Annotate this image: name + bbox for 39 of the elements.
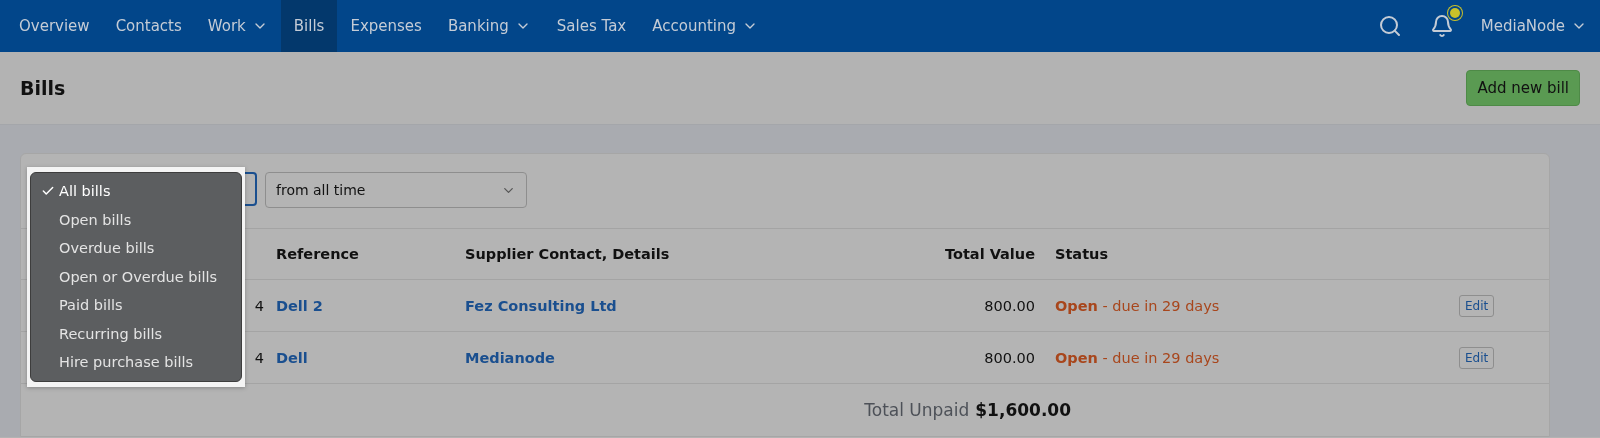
total-value: $1,600.00 [975, 400, 1071, 420]
total-label: Total Unpaid [864, 400, 970, 420]
menu-item[interactable]: Open or Overdue bills [31, 262, 241, 291]
table-cell: 800.00 [984, 297, 1035, 314]
period-select[interactable]: from all time [265, 172, 527, 208]
menu-item[interactable]: Recurring bills [31, 319, 241, 348]
page-title: Bills [20, 77, 66, 99]
bell-icon[interactable] [1429, 14, 1454, 38]
column-header: Total Value [945, 246, 1035, 262]
edit-button[interactable]: Edit [1459, 294, 1495, 317]
account-menu[interactable]: MediaNode [1467, 0, 1600, 52]
nav-tab[interactable]: Contacts [102, 0, 195, 52]
supplier-link[interactable]: Medianode [465, 349, 555, 366]
search-icon[interactable] [1377, 14, 1402, 38]
column-header: Status [1055, 246, 1109, 262]
nav-tab[interactable]: Work [194, 0, 281, 52]
add-bill-button[interactable]: Add new bill [1466, 70, 1580, 106]
menu-item[interactable]: Open bills [31, 205, 241, 234]
table-cell: 4 [254, 349, 264, 366]
status-text: Open - due in 29 days [1055, 349, 1220, 366]
reference-link[interactable]: Dell [276, 349, 308, 366]
menu-item[interactable]: All bills [31, 177, 241, 206]
column-header: Supplier Contact, Details [465, 246, 670, 262]
nav-tab[interactable]: Sales Tax [543, 0, 640, 52]
column-header: Reference [276, 246, 359, 262]
table-cell: 800.00 [984, 349, 1035, 366]
table-cell: 4 [254, 297, 264, 314]
nav-tab[interactable]: Expenses [337, 0, 435, 52]
menu-item[interactable]: Paid bills [31, 291, 241, 320]
nav-tab[interactable]: Banking [434, 0, 544, 52]
status-text: Open - due in 29 days [1055, 297, 1220, 314]
supplier-link[interactable]: Fez Consulting Ltd [465, 297, 617, 314]
edit-button[interactable]: Edit [1459, 346, 1495, 369]
nav-tab[interactable]: Overview [6, 0, 103, 52]
nav-tab[interactable]: Bills [280, 0, 338, 52]
menu-item[interactable]: Hire purchase bills [31, 348, 241, 377]
reference-link[interactable]: Dell 2 [276, 297, 323, 314]
nav-tab[interactable]: Accounting [639, 0, 771, 52]
menu-item[interactable]: Overdue bills [31, 234, 241, 263]
